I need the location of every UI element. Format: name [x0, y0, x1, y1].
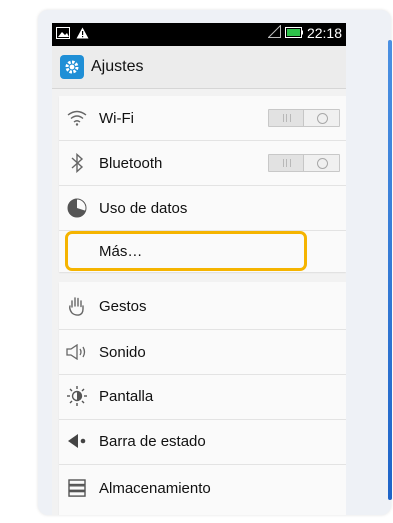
- action-bar: Ajustes: [52, 46, 346, 89]
- status-bar-icon: [66, 430, 88, 452]
- settings-item-gestures[interactable]: Gestos: [59, 284, 346, 328]
- highlight-outline: [65, 231, 307, 271]
- settings-item-label: Almacenamiento: [99, 479, 211, 497]
- settings-item-status-bar[interactable]: Barra de estado: [59, 419, 346, 463]
- battery-icon: [284, 25, 303, 41]
- hand-icon: [66, 295, 88, 317]
- grip-icon: [283, 114, 291, 122]
- settings-item-bluetooth[interactable]: Bluetooth: [59, 141, 346, 185]
- off-indicator-icon: [317, 113, 328, 124]
- settings-app-icon[interactable]: [60, 55, 84, 79]
- brightness-icon: [66, 385, 88, 407]
- status-bar-right: 22:18: [267, 24, 342, 41]
- speaker-icon: [66, 341, 88, 363]
- settings-item-display[interactable]: Pantalla: [59, 374, 346, 418]
- warning-icon: [76, 26, 89, 44]
- settings-item-label: Wi-Fi: [99, 109, 134, 127]
- image-icon: [56, 26, 70, 44]
- settings-item-label: Bluetooth: [99, 154, 163, 172]
- wifi-icon: [66, 107, 88, 129]
- settings-item-label: Sonido: [99, 343, 146, 361]
- storage-icon: [66, 477, 88, 499]
- signal-icon: [267, 24, 281, 41]
- settings-item-data-usage[interactable]: Uso de datos: [59, 186, 346, 230]
- bluetooth-icon: [66, 152, 88, 174]
- settings-section-device: Gestos Sonido Pantalla Barra de estado A…: [59, 282, 346, 515]
- settings-item-storage[interactable]: Almacenamiento: [59, 466, 346, 510]
- settings-item-sound[interactable]: Sonido: [59, 330, 346, 374]
- bluetooth-toggle[interactable]: [268, 154, 340, 172]
- toggle-thumb: [269, 110, 304, 126]
- divider: [59, 464, 346, 465]
- page-title: Ajustes: [91, 58, 144, 75]
- settings-item-label: Barra de estado: [99, 432, 206, 450]
- status-bar-left: [56, 26, 89, 44]
- settings-item-label: Uso de datos: [99, 199, 188, 217]
- accent-bar: [388, 40, 392, 500]
- data-usage-icon: [66, 197, 88, 219]
- status-bar: 22:18: [52, 23, 346, 46]
- settings-item-label: Pantalla: [99, 387, 154, 405]
- wifi-toggle[interactable]: [268, 109, 340, 127]
- settings-item-label: Gestos: [99, 297, 147, 315]
- settings-item-wifi[interactable]: Wi-Fi: [59, 96, 346, 140]
- toggle-thumb: [269, 155, 304, 171]
- off-indicator-icon: [317, 158, 328, 169]
- clock: 22:18: [306, 25, 342, 41]
- grip-icon: [283, 159, 291, 167]
